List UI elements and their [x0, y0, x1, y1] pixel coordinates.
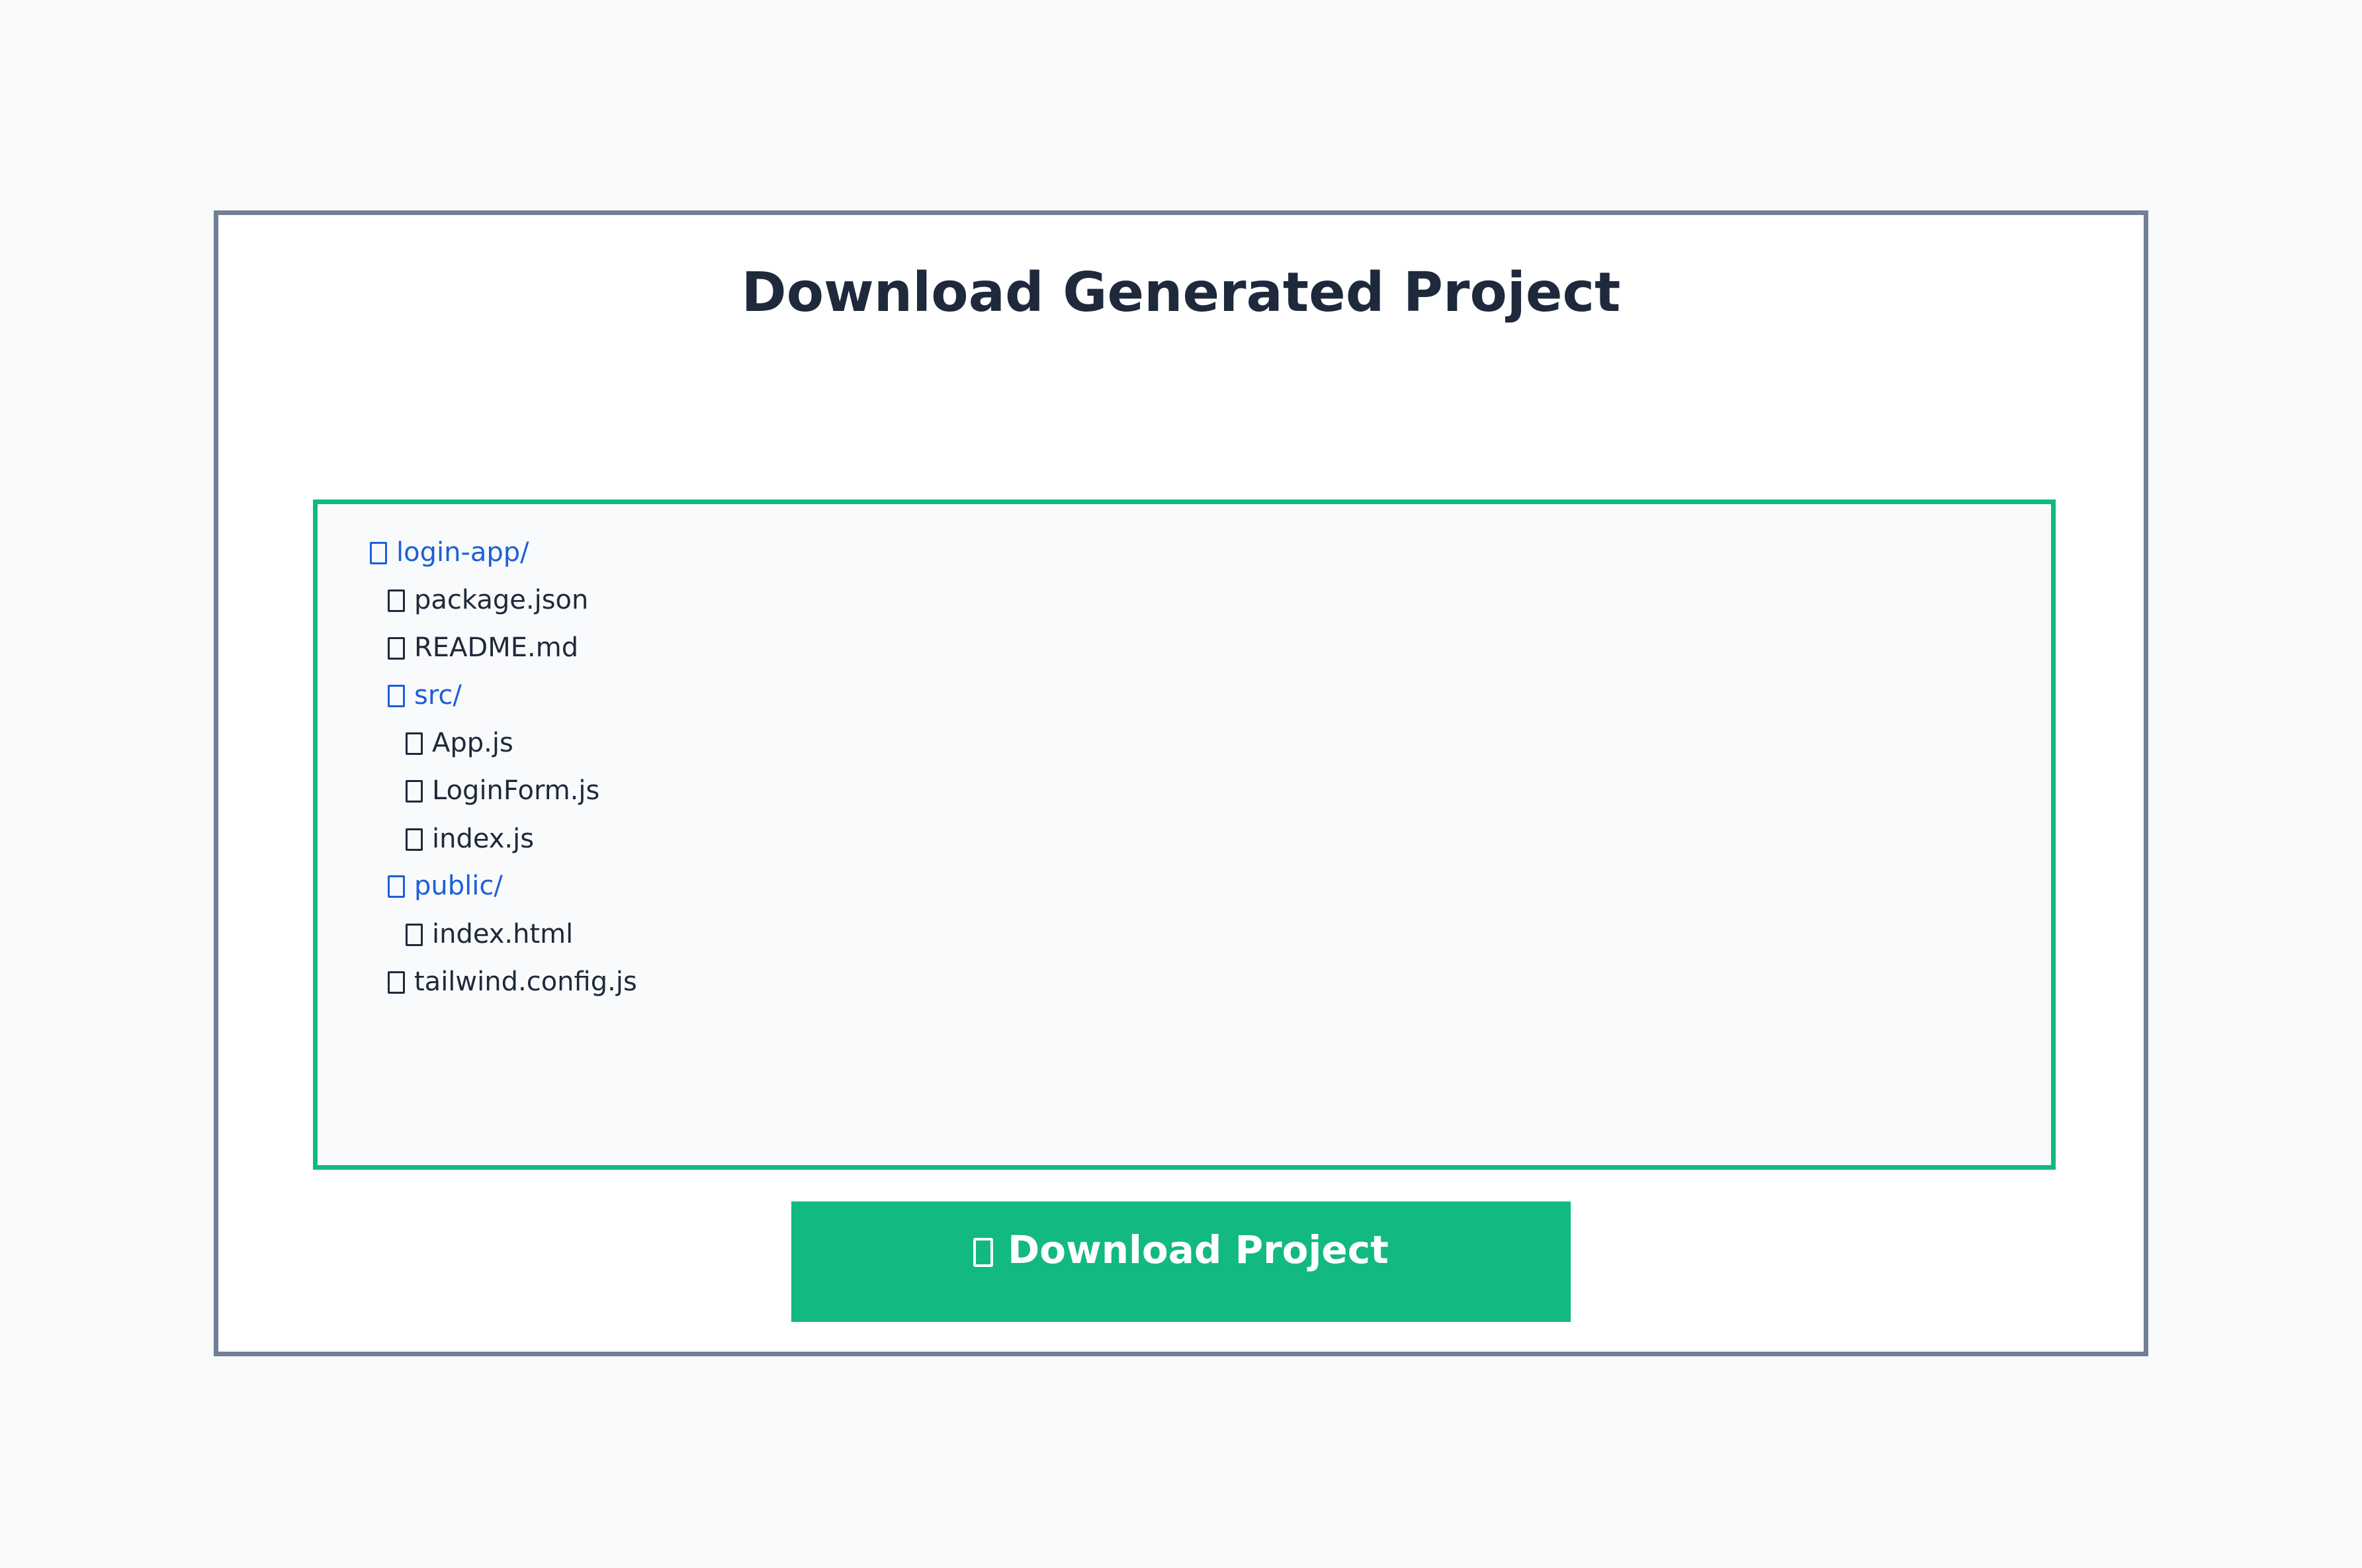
tree-item-file[interactable]: package.json: [388, 580, 588, 620]
file-icon: [388, 589, 405, 612]
tree-item-file[interactable]: App.js: [406, 723, 513, 763]
tree-item-label: tailwind.config.js: [414, 967, 637, 997]
download-button-label: Download Project: [1008, 1227, 1389, 1272]
download-project-button[interactable]: Download Project: [791, 1201, 1571, 1322]
tree-item-file[interactable]: LoginForm.js: [406, 771, 599, 810]
tree-item-label: index.js: [432, 824, 535, 854]
file-icon: [388, 971, 405, 994]
folder-icon: [388, 875, 405, 898]
tree-item-file[interactable]: README.md: [388, 628, 578, 668]
tree-item-file[interactable]: index.js: [406, 819, 534, 859]
tree-item-label: src/: [414, 680, 462, 711]
file-icon: [406, 924, 423, 946]
tree-item-folder[interactable]: login-app/: [370, 533, 529, 572]
folder-icon: [388, 685, 405, 707]
folder-icon: [370, 542, 387, 564]
file-tree: login-app/ package.json README.md src/ A…: [313, 500, 2056, 1170]
tree-item-file[interactable]: tailwind.config.js: [388, 962, 637, 1002]
tree-item-label: package.json: [414, 585, 589, 615]
tree-item-file[interactable]: index.html: [406, 914, 573, 954]
tree-item-label: index.html: [432, 919, 574, 949]
tree-item-label: LoginForm.js: [432, 775, 600, 806]
tree-item-label: README.md: [414, 632, 579, 663]
tree-item-label: public/: [414, 871, 503, 901]
file-icon: [406, 780, 423, 803]
tree-item-label: login-app/: [396, 537, 529, 568]
file-icon: [406, 828, 423, 851]
page-title: Download Generated Project: [741, 261, 1621, 324]
tree-item-label: App.js: [432, 728, 513, 758]
download-button-content: Download Project: [791, 1227, 1571, 1273]
tree-item-folder[interactable]: public/: [388, 866, 503, 906]
download-icon: [973, 1238, 994, 1267]
tree-item-folder[interactable]: src/: [388, 675, 462, 715]
file-icon: [406, 732, 423, 755]
download-panel: Download Generated Project login-app/ pa…: [214, 210, 2148, 1356]
file-icon: [388, 637, 405, 660]
